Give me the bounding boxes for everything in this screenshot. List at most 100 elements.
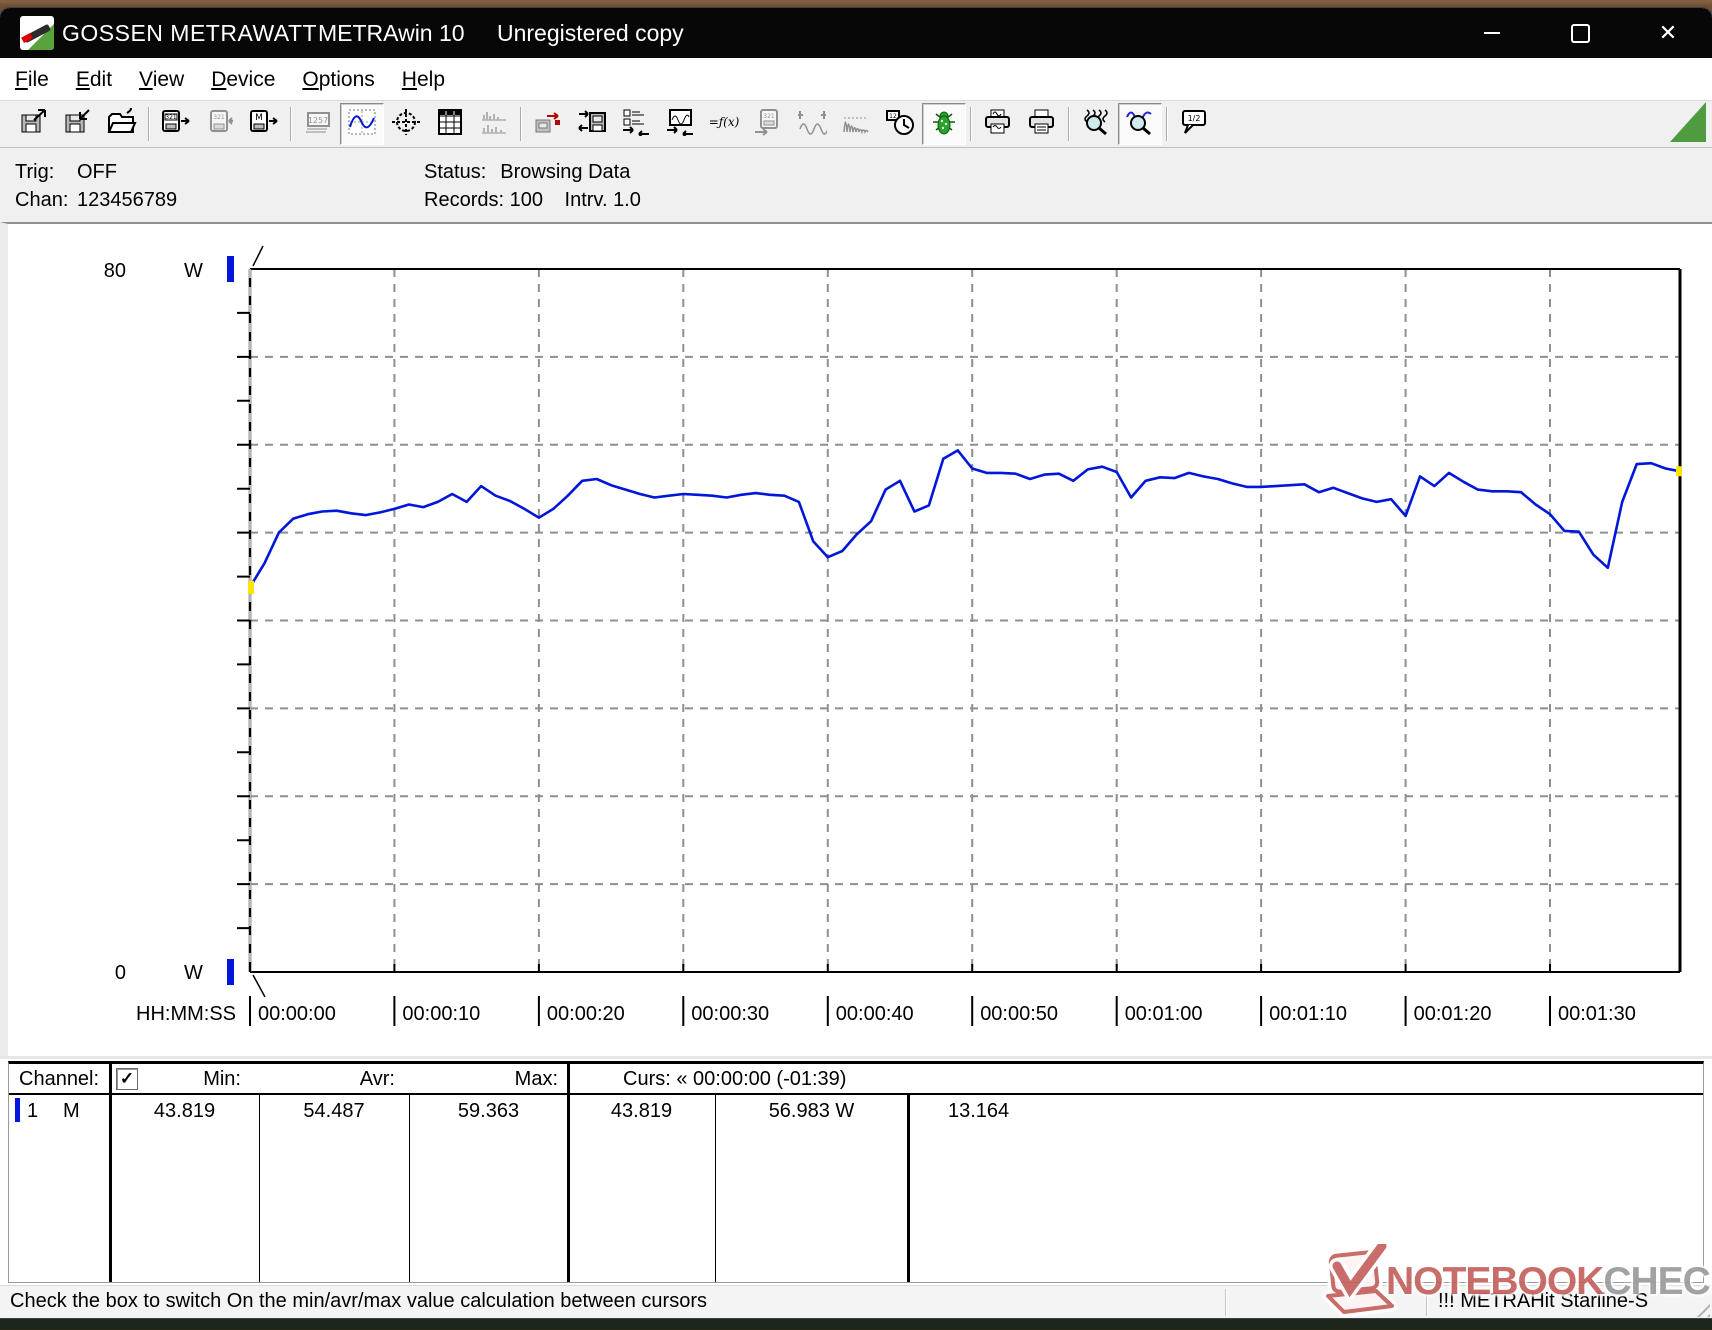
records-label: Records: [424, 189, 505, 211]
print-preview-icon [983, 108, 1013, 141]
zoom-curve-icon [1125, 108, 1155, 141]
minimize-button[interactable] [1448, 8, 1536, 58]
interval-label: Intrv. [564, 189, 608, 211]
watermark-text-primary: NOTEBOOK [1386, 1260, 1604, 1303]
svg-text:=ƒ(x): =ƒ(x) [709, 115, 739, 129]
data-table-view-button[interactable] [428, 103, 472, 145]
device-save-button[interactable] [570, 103, 614, 145]
time-settings-button[interactable]: 12 [878, 103, 922, 145]
close-icon: ✕ [1658, 20, 1678, 45]
cell-max: 59.363 [457, 1100, 520, 1122]
toolbar-separator [516, 107, 526, 141]
printer-icon [1027, 108, 1057, 141]
save-data-button[interactable] [12, 103, 56, 145]
zoom-curve-button[interactable] [1118, 103, 1162, 145]
trigger-label: Trig: [15, 161, 55, 183]
monitor-signal-button[interactable] [658, 103, 702, 145]
y-unit-top: W [184, 260, 203, 282]
table-row[interactable]: 1 M 43.819 54.487 59.363 43.819 56.983 W… [9, 1095, 1703, 1127]
title-bar: GOSSEN METRAWATT METRAwin 10 Unregistere… [0, 8, 1712, 58]
x-tick-label: 00:00:20 [547, 1003, 625, 1025]
histogram-view-icon [479, 108, 509, 141]
channel-setup-button[interactable] [614, 103, 658, 145]
header-max: Max: [514, 1068, 558, 1090]
read-memory-button[interactable]: M [242, 103, 286, 145]
time-clock-icon: 12 [885, 108, 915, 141]
trigger-value: OFF [77, 161, 117, 183]
x-tick-label: 00:01:30 [1558, 1003, 1636, 1025]
formula-icon: =ƒ(x) [709, 108, 740, 141]
trend-chart-view-button[interactable] [340, 103, 384, 145]
header-cursor: Curs: « 00:00:00 (-01:39) [623, 1068, 847, 1090]
x-tick-label: 00:01:10 [1269, 1003, 1347, 1025]
write-device-button: 321 [198, 103, 242, 145]
toolbar-separator [286, 107, 296, 141]
menu-bar: File Edit View Device Options Help [0, 58, 1712, 101]
svg-text:321: 321 [763, 113, 775, 120]
svg-text:321: 321 [165, 114, 177, 121]
x-axis-format-label: HH:MM:SS [136, 1003, 236, 1025]
svg-text:321: 321 [213, 114, 225, 121]
save-export-icon [19, 108, 49, 141]
cursor2-value-marker [1676, 466, 1682, 477]
close-button[interactable]: ✕ [1624, 8, 1712, 58]
values-table-header: Channel: ✓ Min: Avr: Max: Curs: « 00:00:… [9, 1064, 1703, 1095]
trend-chart-panel: 00:00:00 00:00:10 00:00:20 00:00:30 00:00:40… [0, 222, 1712, 1058]
zoom-signal-button[interactable] [1074, 103, 1118, 145]
menu-view[interactable]: View [139, 68, 184, 92]
note-bubble-icon: 1/2 [1179, 108, 1209, 141]
title-brand: GOSSEN METRAWATT [62, 20, 318, 46]
pulse-output-button [834, 103, 878, 145]
channel-label: Chan: [15, 189, 69, 211]
menu-help[interactable]: Help [402, 68, 445, 92]
title-app-name: METRAwin 10 [318, 20, 465, 46]
svg-text:M: M [255, 113, 263, 123]
x-tick-label: 00:00:00 [258, 1003, 336, 1025]
menu-file[interactable]: File [15, 68, 49, 92]
svg-text:12: 12 [889, 113, 897, 120]
print-button[interactable] [1020, 103, 1064, 145]
y-min-label: 0 [115, 962, 126, 984]
pulse-train-icon [841, 108, 871, 141]
interval-value: 1.0 [613, 189, 641, 211]
status-hint: Check the box to switch On the min/avr/m… [10, 1290, 707, 1312]
chart-background [8, 224, 1704, 1058]
toolbar-separator [1162, 107, 1172, 141]
channel-color-marker [15, 1098, 20, 1122]
device-read-icon: 321 [161, 108, 191, 141]
x-tick-label: 00:00:10 [402, 1003, 480, 1025]
live-bug-icon [929, 108, 959, 141]
menu-options[interactable]: Options [302, 68, 374, 92]
open-folder-icon [107, 106, 137, 141]
minimize-icon [1484, 32, 1500, 34]
svg-text:1257: 1257 [308, 116, 328, 125]
maximize-button[interactable] [1536, 8, 1624, 58]
channel-setup-icon [621, 108, 651, 141]
trend-view-icon [347, 108, 377, 141]
open-file-button[interactable] [100, 103, 144, 145]
live-mode-button[interactable] [922, 103, 966, 145]
read-device-button[interactable]: 321 [154, 103, 198, 145]
status-value: Browsing Data [500, 161, 631, 183]
store-data-button[interactable] [56, 103, 100, 145]
menu-device[interactable]: Device [211, 68, 275, 92]
device-settings-button: 321 [746, 103, 790, 145]
annotation-button[interactable]: 1/2 [1172, 103, 1216, 145]
title-license-note: Unregistered copy [497, 20, 684, 46]
numeric-display-button: 1257 [296, 103, 340, 145]
x-tick-label: 00:00:30 [691, 1003, 769, 1025]
print-preview-button[interactable] [976, 103, 1020, 145]
xy-display-button[interactable] [384, 103, 428, 145]
analog-output-button [790, 103, 834, 145]
trend-chart: 00:00:00 00:00:10 00:00:20 00:00:30 00:00:40… [8, 224, 1704, 1058]
device-321-icon: 321 [753, 108, 783, 141]
cursor1-value-marker [248, 580, 254, 594]
metrawin-window: GOSSEN METRAWATT METRAwin 10 Unregistere… [0, 8, 1712, 1318]
menu-edit[interactable]: Edit [76, 68, 112, 92]
monitor-wave-icon [665, 108, 695, 141]
x-tick-label: 00:01:00 [1125, 1003, 1203, 1025]
gossen-metrawatt-logo-icon [20, 16, 54, 50]
transfer-config-button[interactable] [526, 103, 570, 145]
x-tick-label: 00:00:40 [836, 1003, 914, 1025]
formula-fx-button[interactable]: =ƒ(x) [702, 103, 746, 145]
